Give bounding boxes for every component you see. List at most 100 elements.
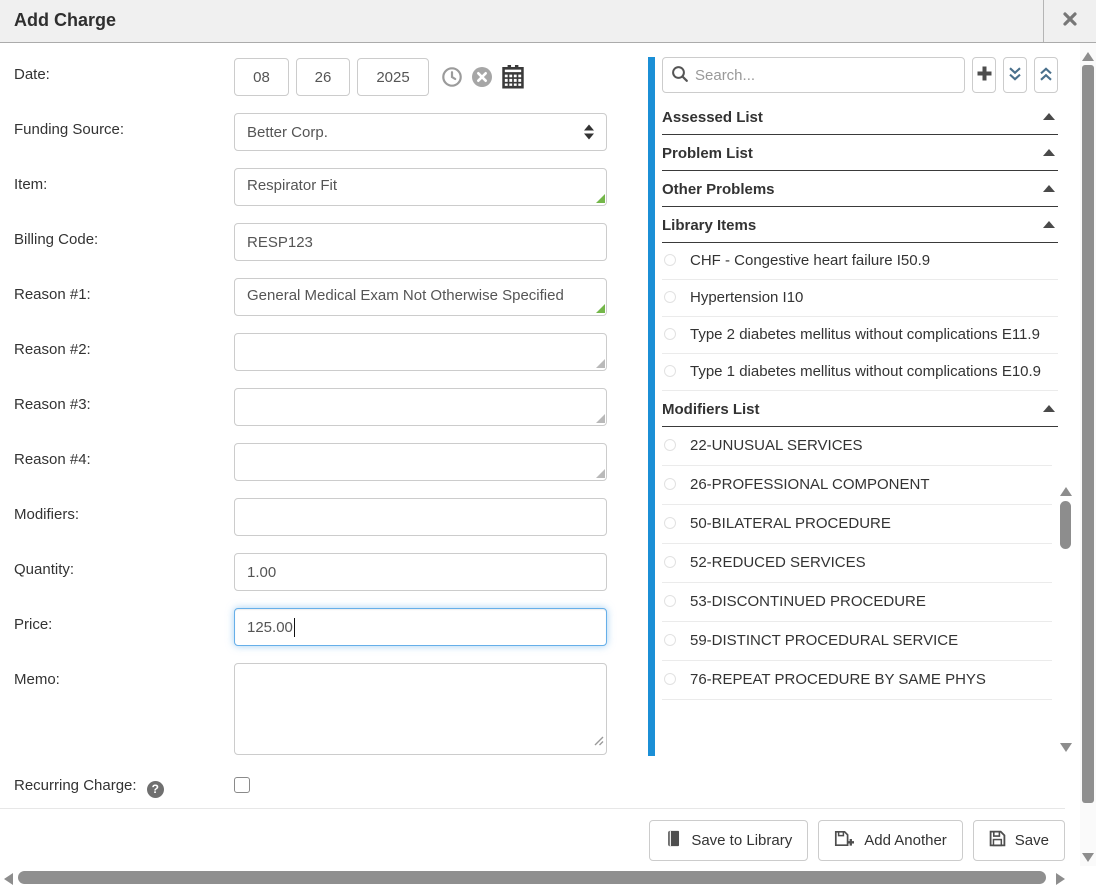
reason1-label: Reason #1: <box>14 278 234 303</box>
funding-source-select[interactable]: Better Corp. <box>234 113 607 151</box>
library-item[interactable]: Type 2 diabetes mellitus without complic… <box>662 317 1058 354</box>
reason3-input[interactable] <box>234 388 607 426</box>
section-header-library-items[interactable]: Library Items <box>662 207 1058 243</box>
scroll-left-icon[interactable] <box>4 873 13 885</box>
recurring-charge-checkbox[interactable] <box>234 777 250 793</box>
scrollbar-thumb[interactable] <box>18 871 1046 884</box>
collapse-icon <box>1043 185 1055 192</box>
date-year-input[interactable] <box>357 58 429 96</box>
save-button[interactable]: Save <box>973 820 1065 861</box>
reason2-row: Reason #2: <box>14 333 614 371</box>
save-icon <box>989 830 1006 851</box>
collapse-all-button[interactable] <box>1034 57 1058 93</box>
resize-handle-icon[interactable] <box>596 414 605 423</box>
library-item[interactable]: Hypertension I10 <box>662 280 1058 317</box>
charge-form: Date: Funding Source: Better Corp. <box>14 58 614 798</box>
modifier-item[interactable]: 52-REDUCED SERVICES <box>662 544 1052 583</box>
modifier-item[interactable]: 22-UNUSUAL SERVICES <box>662 427 1052 466</box>
item-input[interactable]: Respirator Fit <box>234 168 607 206</box>
vertical-scrollbar[interactable] <box>1080 43 1096 866</box>
memo-label: Memo: <box>14 663 234 688</box>
collapse-icon <box>1043 149 1055 156</box>
horizontal-scrollbar[interactable] <box>0 866 1096 892</box>
collapse-icon <box>1043 113 1055 120</box>
search-input[interactable] <box>662 57 965 93</box>
modifiers-label: Modifiers: <box>14 498 234 523</box>
recurring-charge-label: Recurring Charge: ? <box>14 772 234 798</box>
section-header-label: Assessed List <box>662 109 763 126</box>
expand-all-button[interactable] <box>1003 57 1027 93</box>
memo-row: Memo: <box>14 663 614 755</box>
save-to-library-button[interactable]: Save to Library <box>649 820 808 861</box>
save-plus-icon <box>834 830 855 851</box>
section-header-modifiers-list[interactable]: Modifiers List <box>662 391 1058 427</box>
footer-divider <box>0 808 1065 809</box>
resize-handle-icon[interactable] <box>594 733 604 751</box>
scrollbar-thumb[interactable] <box>1060 501 1071 549</box>
modifier-item[interactable]: 59-DISTINCT PROCEDURAL SERVICE <box>662 622 1052 661</box>
calendar-icon[interactable] <box>501 65 525 89</box>
date-label: Date: <box>14 58 234 83</box>
clear-date-icon[interactable] <box>471 66 493 88</box>
section-header-assessed-list[interactable]: Assessed List <box>662 99 1058 135</box>
scrollbar-thumb[interactable] <box>1082 65 1094 803</box>
chevrons-down-icon <box>1006 65 1024 86</box>
modifiers-row: Modifiers: <box>14 498 614 536</box>
section-header-label: Modifiers List <box>662 401 760 418</box>
recurring-charge-row: Recurring Charge: ? <box>14 772 614 798</box>
add-another-label: Add Another <box>864 832 947 849</box>
chevrons-up-icon <box>1037 65 1055 86</box>
modifiers-input[interactable] <box>234 498 607 536</box>
funding-source-row: Funding Source: Better Corp. <box>14 113 614 151</box>
modifier-item[interactable]: 53-DISCONTINUED PROCEDURE <box>662 583 1052 622</box>
clock-icon[interactable] <box>441 66 463 88</box>
section-header-other-problems[interactable]: Other Problems <box>662 171 1058 207</box>
scroll-right-icon[interactable] <box>1056 873 1065 885</box>
reason2-input[interactable] <box>234 333 607 371</box>
book-icon <box>665 830 682 851</box>
add-item-button[interactable] <box>972 57 996 93</box>
price-input[interactable]: 125.00 <box>234 608 607 646</box>
resize-handle-icon[interactable] <box>596 469 605 478</box>
date-controls <box>234 58 525 96</box>
library-item[interactable]: Type 1 diabetes mellitus without complic… <box>662 354 1058 391</box>
modifier-item[interactable]: 50-BILATERAL PROCEDURE <box>662 505 1052 544</box>
resize-handle-icon[interactable] <box>596 304 605 313</box>
collapse-icon <box>1043 405 1055 412</box>
recurring-charge-label-text: Recurring Charge: <box>14 777 137 794</box>
section-header-problem-list[interactable]: Problem List <box>662 135 1058 171</box>
help-icon[interactable]: ? <box>147 781 164 798</box>
scroll-up-icon[interactable] <box>1060 487 1072 496</box>
reason1-input[interactable]: General Medical Exam Not Otherwise Speci… <box>234 278 607 316</box>
text-cursor <box>294 618 296 637</box>
close-icon <box>1062 11 1078 32</box>
dialog-titlebar: Add Charge <box>0 0 1096 43</box>
billing-code-input[interactable] <box>234 223 607 261</box>
quantity-input[interactable] <box>234 553 607 591</box>
close-button[interactable] <box>1043 0 1096 42</box>
section-header-label: Other Problems <box>662 181 775 198</box>
modifiers-scrollbar[interactable] <box>1058 483 1074 756</box>
resize-handle-icon[interactable] <box>596 194 605 203</box>
library-items-list: CHF - Congestive heart failure I50.9 Hyp… <box>662 243 1058 391</box>
scroll-up-icon[interactable] <box>1082 52 1094 61</box>
reason4-input[interactable] <box>234 443 607 481</box>
scroll-down-icon[interactable] <box>1082 853 1094 862</box>
library-item[interactable]: CHF - Congestive heart failure I50.9 <box>662 243 1058 280</box>
select-arrows-icon <box>584 125 594 140</box>
reason3-label: Reason #3: <box>14 388 234 413</box>
price-value: 125.00 <box>247 619 293 636</box>
add-another-button[interactable]: Add Another <box>818 820 963 861</box>
footer-buttons: Save to Library Add Another Save <box>649 820 1065 861</box>
collapse-icon <box>1043 221 1055 228</box>
date-day-input[interactable] <box>296 58 350 96</box>
modifier-item[interactable]: 76-REPEAT PROCEDURE BY SAME PHYS <box>662 661 1052 700</box>
memo-input[interactable] <box>234 663 607 755</box>
resize-handle-icon[interactable] <box>596 359 605 368</box>
scroll-down-icon[interactable] <box>1060 743 1072 752</box>
item-row: Item: Respirator Fit <box>14 168 614 206</box>
panel-accent-bar <box>648 57 655 756</box>
modifier-item[interactable]: 26-PROFESSIONAL COMPONENT <box>662 466 1052 505</box>
date-month-input[interactable] <box>234 58 289 96</box>
billing-code-row: Billing Code: <box>14 223 614 261</box>
